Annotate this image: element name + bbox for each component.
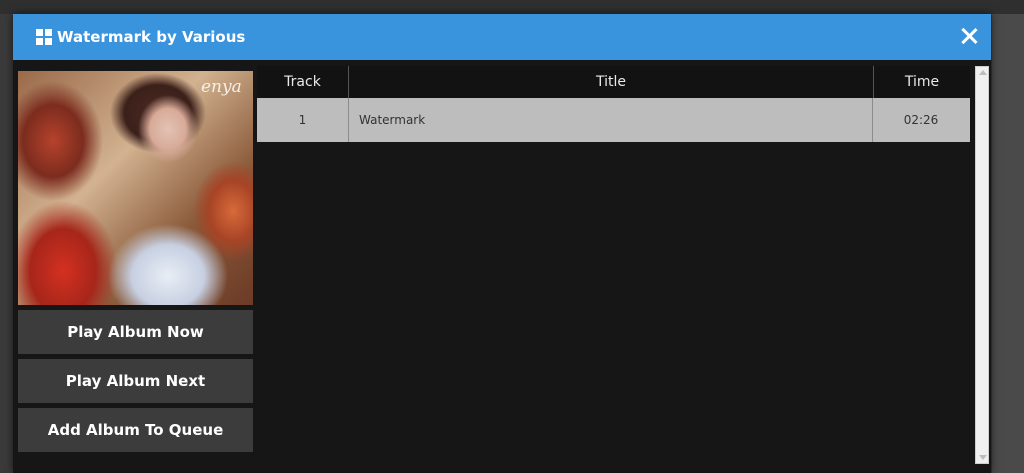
- dialog-title: Watermark by Various: [57, 28, 246, 46]
- play-album-now-button[interactable]: Play Album Now: [18, 310, 253, 354]
- background-bar: [0, 0, 1024, 14]
- background-panel: [992, 14, 1024, 473]
- add-album-to-queue-button[interactable]: Add Album To Queue: [18, 408, 253, 452]
- scroll-up-icon[interactable]: [979, 70, 987, 75]
- album-cover-image: enya: [18, 71, 253, 305]
- table-header: Track Title Time: [257, 66, 970, 98]
- column-header-time[interactable]: Time: [874, 66, 970, 98]
- track-number: 1: [257, 98, 349, 142]
- close-icon[interactable]: [959, 26, 979, 46]
- track-list-scrollbar[interactable]: [975, 66, 989, 464]
- cover-signature: enya: [201, 77, 242, 97]
- play-album-next-button[interactable]: Play Album Next: [18, 359, 253, 403]
- dialog-header: Watermark by Various: [13, 14, 991, 60]
- track-title: Watermark: [349, 98, 873, 142]
- table-row[interactable]: 1 Watermark 02:26: [257, 98, 970, 142]
- scroll-down-icon[interactable]: [979, 455, 987, 460]
- grid-icon: [36, 29, 52, 45]
- album-panel: enya Play Album Now Play Album Next Add …: [18, 71, 253, 452]
- column-header-title[interactable]: Title: [349, 66, 874, 98]
- track-time: 02:26: [903, 113, 939, 127]
- album-dialog: Watermark by Various enya Play Album Now…: [13, 14, 991, 473]
- track-table: Track Title Time 1 Watermark 02:26: [257, 66, 970, 468]
- column-header-track[interactable]: Track: [257, 66, 349, 98]
